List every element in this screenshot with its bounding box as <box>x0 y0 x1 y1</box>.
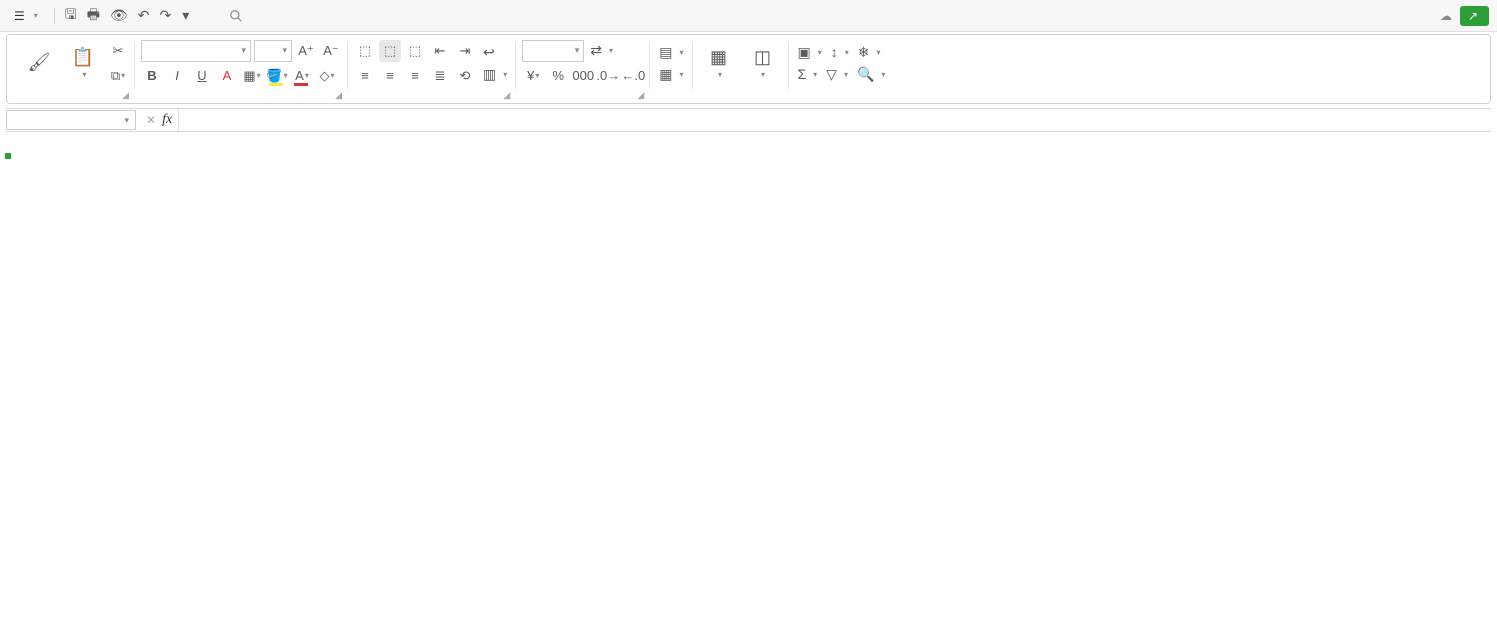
merge-button[interactable]: ▥▾ <box>480 65 510 84</box>
merge-icon: ▥ <box>483 66 496 83</box>
percent-button[interactable]: % <box>547 65 569 87</box>
strike-button[interactable]: A <box>216 65 238 87</box>
align-bottom-button[interactable]: ⬚ <box>404 40 426 62</box>
format-painter-button[interactable]: 🖌 <box>19 52 59 75</box>
filter-button[interactable]: ▽▾ <box>823 65 851 84</box>
search-icon: 🔍 <box>857 66 874 83</box>
group-styles: ▦ ▾ ◫ ▾ <box>693 37 789 103</box>
underline-button[interactable]: U <box>191 65 213 87</box>
clear-format-button[interactable]: ◇▾ <box>316 65 338 87</box>
redo-icon[interactable]: ↷ <box>159 7 171 24</box>
chevron-down-icon: ▾ <box>124 115 129 126</box>
font-color-button[interactable]: A▾ <box>291 65 313 87</box>
print-icon[interactable]: 🖶 <box>87 4 100 28</box>
align-top-button[interactable]: ⬚ <box>354 40 376 62</box>
cancel-icon[interactable]: ✕ <box>146 113 156 127</box>
name-box[interactable]: ▾ <box>6 110 136 130</box>
launcher-icon[interactable]: ◢ <box>503 90 510 101</box>
convert-button[interactable]: ⇄▾ <box>587 41 616 60</box>
cond-format-button[interactable]: ▦ ▾ <box>699 47 739 79</box>
wrap-button[interactable]: ↩ <box>480 43 510 62</box>
cell-style-button[interactable]: ◫ ▾ <box>743 47 783 79</box>
rowcol-button[interactable]: ▤▾ <box>656 43 686 62</box>
fill-icon: ▣ <box>798 44 811 61</box>
file-menu[interactable]: ☰ ▾ <box>8 7 44 25</box>
chevron-down-icon: ▾ <box>34 11 38 20</box>
save-icon[interactable]: 🖫 <box>65 4 77 28</box>
group-editing: ▣▾ ↕▾ ❄▾ Σ▾ ▽▾ 🔍▾ <box>789 37 895 103</box>
group-number: ▾ ⇄▾ ¥▾ % 000 .0→ ←.0 ◢ <box>516 37 650 103</box>
align-left-button[interactable]: ≡ <box>354 65 376 87</box>
comma-button[interactable]: 000 <box>572 65 594 87</box>
brush-icon: 🖌 <box>28 52 51 73</box>
sort-icon: ↕ <box>831 44 838 60</box>
active-cell-indicator <box>6 154 10 158</box>
convert-icon: ⇄ <box>590 42 602 59</box>
group-cells: ▤▾ ▦▾ <box>650 37 692 103</box>
border-button[interactable]: ▦▾ <box>241 65 263 87</box>
shrink-font-button[interactable]: A⁻ <box>320 40 342 62</box>
orientation-button[interactable]: ⟲ <box>454 65 476 87</box>
align-center-button[interactable]: ≡ <box>379 65 401 87</box>
sort-button[interactable]: ↕▾ <box>828 43 852 61</box>
fill-color-button[interactable]: 🪣▾ <box>266 65 288 87</box>
font-name-combo[interactable]: ▾ <box>141 40 251 62</box>
fill-button[interactable]: ▣▾ <box>795 43 825 62</box>
sheet-icon: ▦ <box>659 66 672 83</box>
preview-icon[interactable]: 👁 <box>110 7 128 24</box>
rowcol-icon: ▤ <box>659 44 672 61</box>
group-clipboard: 🖌 📋 ▾ ✂ ⧉▾ ◢ <box>13 37 135 103</box>
formula-input[interactable] <box>179 109 1491 131</box>
number-format-combo[interactable]: ▾ <box>522 40 584 62</box>
launcher-icon[interactable]: ◢ <box>637 90 644 101</box>
style-icon: ◫ <box>754 47 771 68</box>
launcher-icon[interactable]: ◢ <box>335 90 342 101</box>
funnel-icon: ▽ <box>826 66 837 83</box>
justify-button[interactable]: ≣ <box>429 65 451 87</box>
find-button[interactable]: 🔍▾ <box>854 65 888 84</box>
copy-button[interactable]: ⧉▾ <box>107 65 129 87</box>
dec-decimal-button[interactable]: ←.0 <box>622 65 644 87</box>
cloud-icon[interactable]: ☁ <box>1440 9 1452 23</box>
currency-button[interactable]: ¥▾ <box>522 65 544 87</box>
align-right-button[interactable]: ≡ <box>404 65 426 87</box>
group-font: ▾ ▾ A⁺ A⁻ B I U A ▦▾ 🪣▾ A▾ ◇▾ ◢ <box>135 37 348 103</box>
inc-decimal-button[interactable]: .0→ <box>597 65 619 87</box>
italic-button[interactable]: I <box>166 65 188 87</box>
freeze-icon: ❄ <box>858 44 870 61</box>
wrap-icon: ↩ <box>483 44 495 61</box>
font-size-combo[interactable]: ▾ <box>254 40 292 62</box>
cut-button[interactable]: ✂ <box>107 40 129 62</box>
launcher-icon[interactable]: ◢ <box>122 90 129 101</box>
sum-button[interactable]: Σ▾ <box>795 65 821 83</box>
indent-inc-button[interactable]: ⇥ <box>454 40 476 62</box>
worksheet-button[interactable]: ▦▾ <box>656 65 686 84</box>
paste-button[interactable]: 📋 ▾ <box>63 47 103 79</box>
group-alignment: ⬚ ⬚ ⬚ ⇤ ⇥ ≡ ≡ ≡ ≣ ⟲ ↩ ▥▾ ◢ <box>348 37 516 103</box>
align-middle-button[interactable]: ⬚ <box>379 40 401 62</box>
fx-icon[interactable]: fx <box>162 112 172 128</box>
spreadsheet-grid[interactable] <box>6 134 1497 154</box>
freeze-button[interactable]: ❄▾ <box>855 43 884 62</box>
undo-icon[interactable]: ↶ <box>138 7 150 24</box>
formula-bar: ▾ ✕ fx <box>6 108 1491 132</box>
indent-dec-button[interactable]: ⇤ <box>429 40 451 62</box>
hamburger-icon: ☰ <box>14 9 25 23</box>
share-icon: ↗ <box>1468 9 1478 23</box>
quick-access-toolbar: 🖫 🖶 👁 ↶ ↷ ▾ <box>54 4 189 28</box>
menubar: ☰ ▾ 🖫 🖶 👁 ↶ ↷ ▾ ☁ ↗ <box>0 0 1497 32</box>
qat-more-icon[interactable]: ▾ <box>182 7 189 24</box>
search-icon[interactable] <box>229 9 243 23</box>
share-button[interactable]: ↗ <box>1460 6 1489 26</box>
clipboard-icon: 📋 <box>72 47 94 68</box>
ribbon: 🖌 📋 ▾ ✂ ⧉▾ ◢ ▾ ▾ A⁺ A⁻ <box>6 34 1491 104</box>
cond-format-icon: ▦ <box>710 47 727 68</box>
sigma-icon: Σ <box>798 66 807 82</box>
bold-button[interactable]: B <box>141 65 163 87</box>
grow-font-button[interactable]: A⁺ <box>295 40 317 62</box>
